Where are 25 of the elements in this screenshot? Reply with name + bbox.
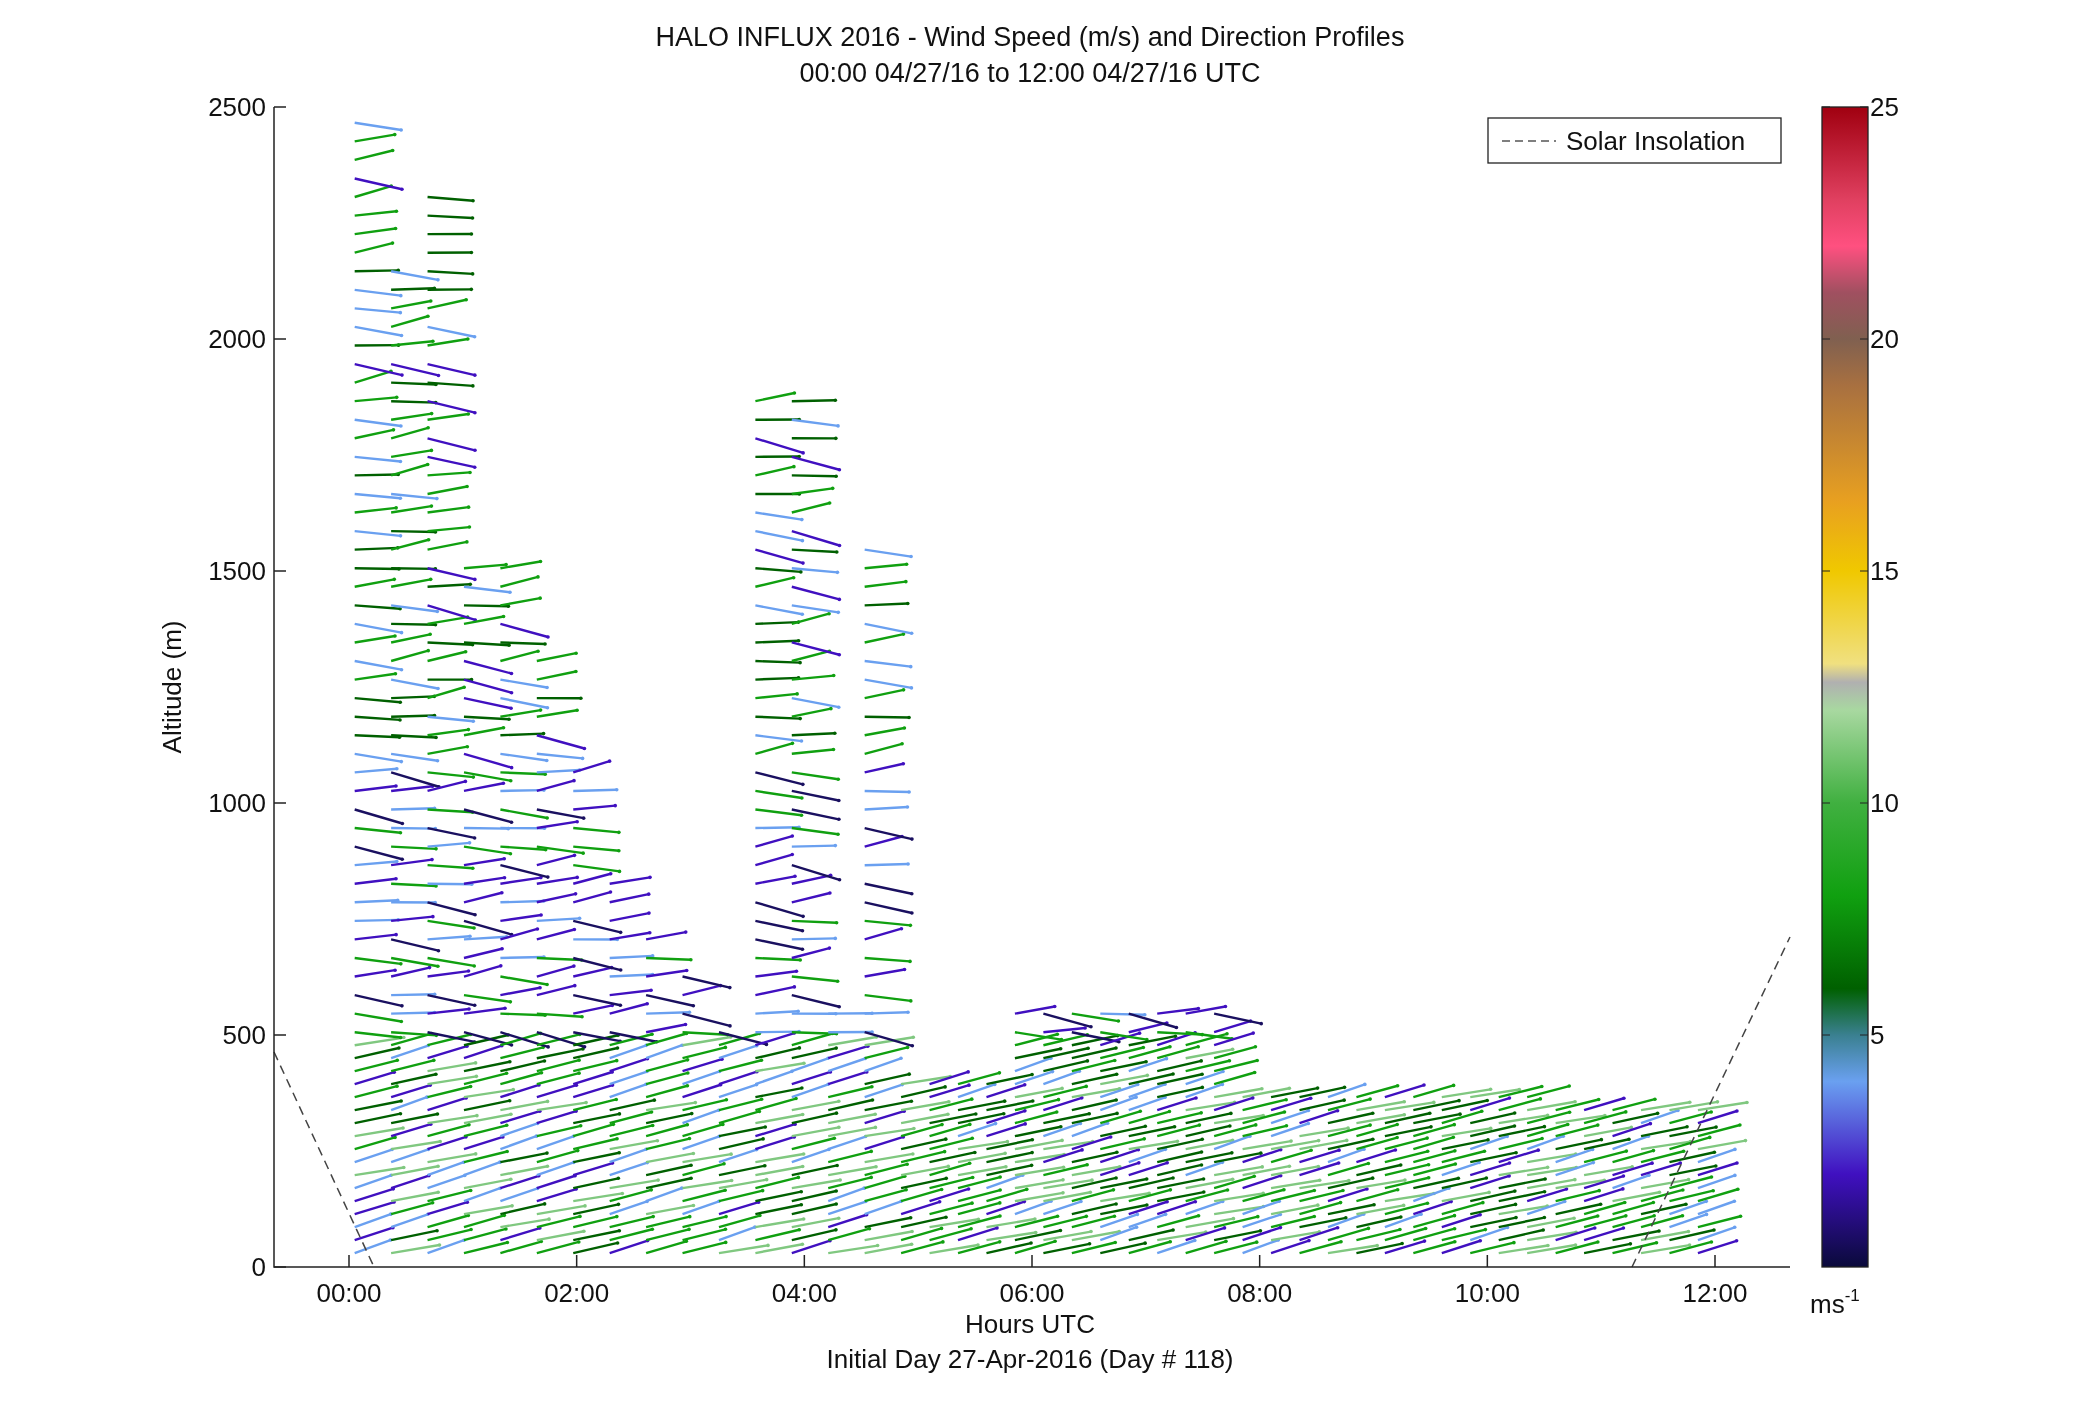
y-tick-label: 1000 — [208, 788, 266, 818]
chart-title: HALO INFLUX 2016 - Wind Speed (m/s) and Direction Profiles — [655, 22, 1405, 52]
y-tick-label: 0 — [251, 1252, 266, 1282]
chart-title: 00:00 04/27/16 to 12:00 04/27/16 UTC — [799, 58, 1261, 88]
colorbar-tick-label: 20 — [1870, 324, 1899, 354]
y-axis-label: Altitude (m) — [157, 620, 187, 754]
x-tick-label: 08:00 — [1227, 1278, 1293, 1308]
colorbar-tick-label: 5 — [1870, 1020, 1885, 1050]
y-tick-label: 500 — [222, 1020, 266, 1050]
x-axis-label: Hours UTC — [965, 1309, 1095, 1339]
y-tick-label: 2500 — [208, 92, 266, 122]
y-tick-label: 1500 — [208, 556, 266, 586]
x-tick-label: 10:00 — [1454, 1278, 1520, 1308]
x-tick-label: 12:00 — [1682, 1278, 1748, 1308]
colorbar-tick-label: 10 — [1870, 788, 1899, 818]
legend-label: Solar Insolation — [1566, 126, 1746, 156]
x-tick-label: 02:00 — [544, 1278, 610, 1308]
colorbar-unit: ms$^{-1}$ — [1810, 1286, 1860, 1319]
colorbar-tick-label: 25 — [1870, 92, 1899, 122]
x-tick-label: 00:00 — [316, 1278, 382, 1308]
x-tick-label: 04:00 — [771, 1278, 837, 1308]
colorbar-tick-label: 15 — [1870, 556, 1899, 586]
chart-subtitle: Initial Day 27-Apr-2016 (Day # 118) — [826, 1344, 1234, 1374]
x-tick-label: 06:00 — [999, 1278, 1065, 1308]
y-tick-label: 2000 — [208, 324, 266, 354]
